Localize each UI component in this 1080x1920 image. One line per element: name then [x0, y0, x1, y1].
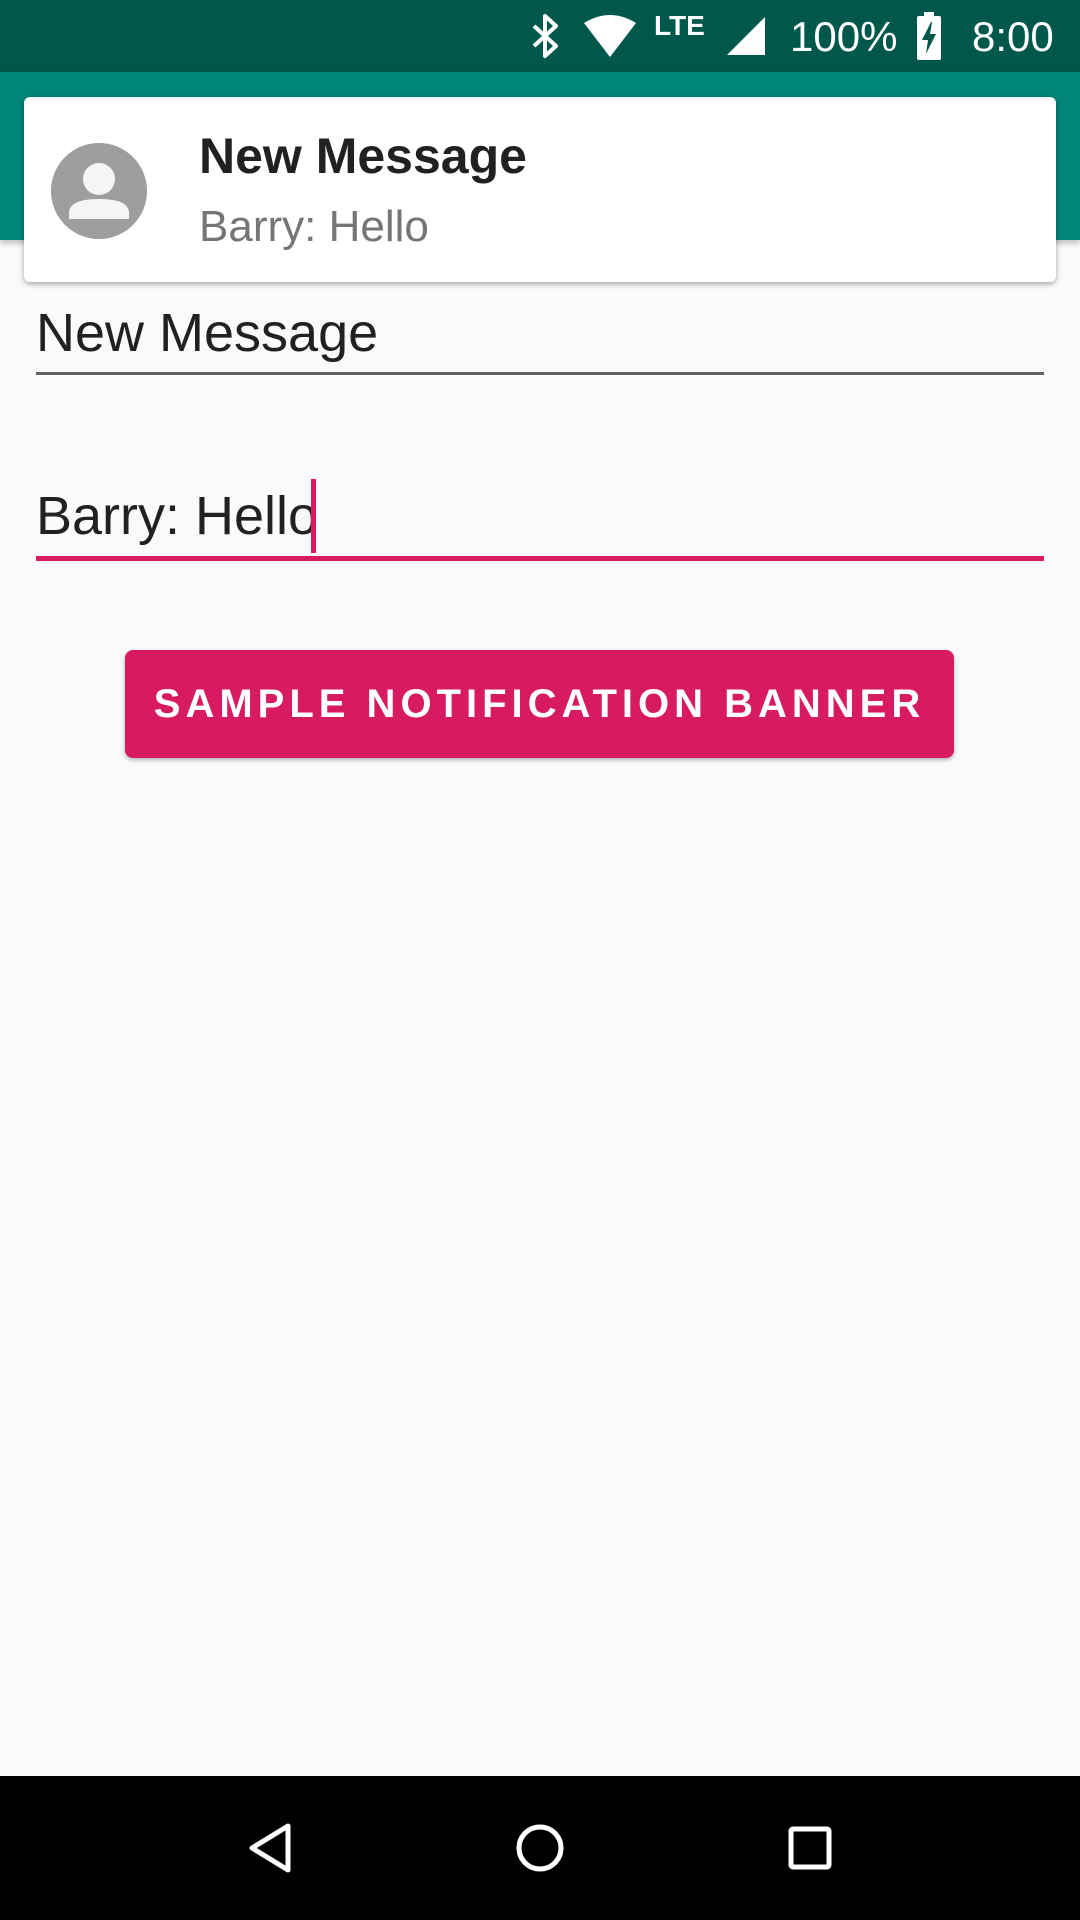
person-icon — [51, 143, 147, 239]
clock-time: 8:00 — [972, 13, 1054, 60]
message-field — [36, 476, 1044, 566]
notification-text: Barry: Hello — [199, 202, 429, 251]
battery-percent: 100% — [790, 13, 898, 60]
status-bar: LTE 100% 8:00 — [0, 0, 1080, 72]
bluetooth-icon — [526, 0, 566, 72]
message-input[interactable] — [36, 476, 1044, 556]
message-field-underline — [36, 556, 1044, 561]
sample-notification-banner-button[interactable]: SAMPLE NOTIFICATION BANNER — [125, 650, 954, 758]
back-icon[interactable] — [220, 1798, 320, 1898]
text-cursor — [311, 479, 316, 553]
wifi-icon — [582, 0, 638, 72]
title-field — [36, 293, 1044, 377]
battery-charging-icon — [914, 0, 944, 72]
recents-icon[interactable] — [760, 1798, 860, 1898]
title-field-underline — [36, 372, 1044, 375]
notification-banner[interactable]: New Message Barry: Hello — [24, 97, 1056, 282]
navigation-bar — [0, 1776, 1080, 1920]
network-type-label: LTE — [654, 10, 705, 41]
notification-title: New Message — [199, 128, 527, 184]
title-input[interactable] — [36, 293, 1044, 373]
home-icon[interactable] — [490, 1798, 590, 1898]
signal-icon — [724, 0, 768, 72]
